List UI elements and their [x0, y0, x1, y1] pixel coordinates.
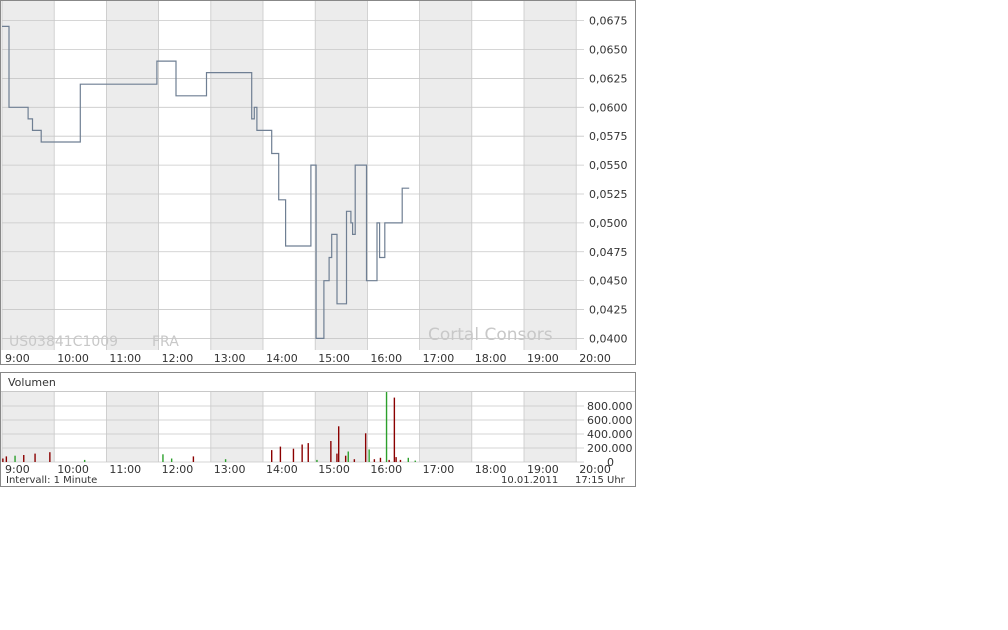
- price-x-tick-label: 17:00: [423, 352, 455, 365]
- interval-label: Intervall: 1 Minute: [6, 475, 97, 486]
- price-y-tick-label: 0,0625: [589, 72, 628, 85]
- volume-x-tick-label: 11:00: [109, 463, 141, 476]
- volume-x-tick-label: 12:00: [162, 463, 194, 476]
- price-y-tick-label: 0,0525: [589, 188, 628, 201]
- price-x-tick-label: 11:00: [109, 352, 141, 365]
- volume-y-tick-label: 200.000: [587, 442, 633, 455]
- price-time-band: [524, 1, 577, 350]
- price-y-tick-label: 0,0425: [589, 304, 628, 317]
- volume-x-tick-label: 17:00: [423, 463, 455, 476]
- price-time-band: [210, 1, 263, 350]
- price-y-tick-label: 0,0475: [589, 246, 628, 259]
- volume-y-tick-label: 600.000: [587, 414, 633, 427]
- price-x-tick-label: 14:00: [266, 352, 298, 365]
- volume-x-tick-label: 14:00: [266, 463, 298, 476]
- price-y-tick-label: 0,0650: [589, 44, 628, 57]
- volume-x-tick-label: 15:00: [318, 463, 350, 476]
- price-x-tick-label: 16:00: [370, 352, 402, 365]
- volume-chart-panel: Volumen 0200.000400.000600.000800.000 9:…: [0, 372, 636, 487]
- price-x-tick-label: 10:00: [57, 352, 89, 365]
- date-label: 10.01.2011: [501, 475, 558, 486]
- price-y-tick-label: 0,0600: [589, 101, 628, 114]
- isin-label: US03841C1009: [9, 334, 118, 350]
- exchange-label: FRA: [152, 334, 179, 350]
- price-y-tick-label: 0,0575: [589, 130, 628, 143]
- volume-time-band: [106, 392, 159, 462]
- volume-time-band: [419, 392, 472, 462]
- chart-canvas: US03841C1009 FRA Cortal Consors 0,0400 0,…: [0, 0, 636, 487]
- price-time-band: [419, 1, 472, 350]
- volume-time-band: [524, 392, 577, 462]
- volume-title: Volumen: [8, 376, 56, 389]
- price-x-tick-label: 20:00: [579, 352, 611, 365]
- price-time-band: [2, 1, 55, 350]
- price-time-band: [315, 1, 368, 350]
- volume-time-band: [315, 392, 368, 462]
- price-y-tick-label: 0,0400: [589, 332, 628, 345]
- price-y-tick-label: 0,0550: [589, 159, 628, 172]
- price-time-band: [106, 1, 159, 350]
- volume-time-band: [2, 392, 55, 462]
- price-chart-panel: US03841C1009 FRA Cortal Consors 0,0400 0,…: [0, 0, 636, 365]
- volume-x-tick-label: 13:00: [214, 463, 246, 476]
- volume-time-band: [210, 392, 263, 462]
- price-x-tick-label: 18:00: [475, 352, 507, 365]
- time-label: 17:15 Uhr: [575, 475, 626, 486]
- volume-x-tick-label: 16:00: [370, 463, 402, 476]
- price-x-tick-label: 12:00: [162, 352, 194, 365]
- price-y-tick-label: 0,0500: [589, 217, 628, 230]
- price-x-tick-label: 13:00: [214, 352, 246, 365]
- price-y-tick-label: 0,0450: [589, 275, 628, 288]
- volume-y-tick-label: 400.000: [587, 428, 633, 441]
- brand-watermark: Cortal Consors: [428, 325, 553, 345]
- price-x-tick-label: 9:00: [5, 352, 30, 365]
- price-x-tick-label: 19:00: [527, 352, 559, 365]
- volume-y-tick-label: 800.000: [587, 400, 633, 413]
- price-y-tick-label: 0,0675: [589, 15, 628, 28]
- price-x-tick-label: 15:00: [318, 352, 350, 365]
